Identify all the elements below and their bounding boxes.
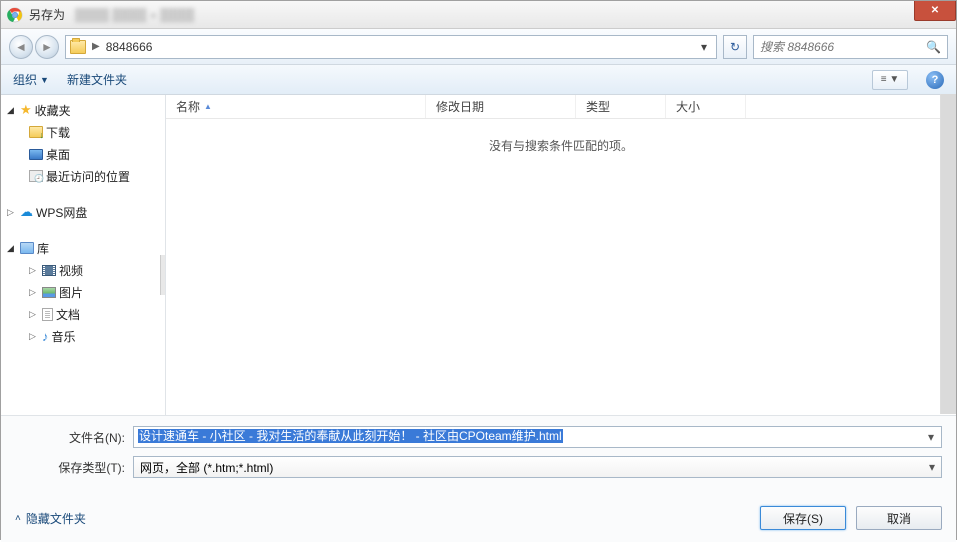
sidebar-label: 下载 xyxy=(46,124,70,141)
bottom-panel: 文件名(N): 设计速通车 - 小社区 - 我对生活的奉献从此刻开始！ - 社区… xyxy=(1,415,956,542)
hide-folders-toggle[interactable]: ˄ 隐藏文件夹 xyxy=(15,510,86,527)
sidebar-label: 音乐 xyxy=(52,328,76,345)
path-text: 8848666 xyxy=(106,40,153,54)
sidebar: ◢ ★ 收藏夹 下载 桌面 最近访问的位置 ▷ ☁ WPS网盘 ◢ 库 xyxy=(1,95,166,415)
scrollbar[interactable] xyxy=(940,94,956,414)
chrome-icon xyxy=(7,7,23,23)
blurred-tabs: ████ ████ ● ████ xyxy=(75,8,194,22)
sort-asc-icon: ▲ xyxy=(204,102,212,111)
column-name[interactable]: 名称▲ xyxy=(166,95,426,118)
body: ◢ ★ 收藏夹 下载 桌面 最近访问的位置 ▷ ☁ WPS网盘 ◢ 库 xyxy=(1,95,956,415)
sidebar-label: 文档 xyxy=(56,306,80,323)
sidebar-label: 收藏夹 xyxy=(35,102,71,119)
library-icon xyxy=(20,242,34,254)
empty-message: 没有与搜索条件匹配的项。 xyxy=(166,137,956,154)
close-button[interactable] xyxy=(914,1,956,21)
address-bar[interactable]: ▶ 8848666 ▾ xyxy=(65,35,717,59)
filetype-value: 网页，全部 (*.htm;*.html) xyxy=(140,459,273,476)
downloads-icon xyxy=(29,126,43,138)
sidebar-label: 桌面 xyxy=(46,146,70,163)
refresh-button[interactable]: ↻ xyxy=(723,35,747,59)
cancel-button[interactable]: 取消 xyxy=(856,506,942,530)
sidebar-item-wps[interactable]: ▷ ☁ WPS网盘 xyxy=(1,201,165,223)
cloud-icon: ☁ xyxy=(20,204,33,220)
sidebar-splitter[interactable] xyxy=(160,255,165,295)
sidebar-label: 最近访问的位置 xyxy=(46,168,130,185)
filename-input[interactable]: 设计速通车 - 小社区 - 我对生活的奉献从此刻开始！ - 社区由CPOteam… xyxy=(133,426,942,448)
video-icon xyxy=(42,265,56,276)
sidebar-item-downloads[interactable]: 下载 xyxy=(1,121,165,143)
sidebar-label: WPS网盘 xyxy=(36,204,87,221)
path-dropdown-icon[interactable]: ▾ xyxy=(696,40,712,54)
sidebar-item-documents[interactable]: ▷ 文档 xyxy=(1,303,165,325)
picture-icon xyxy=(42,287,56,298)
expand-icon[interactable]: ▷ xyxy=(29,309,39,320)
sidebar-item-music[interactable]: ▷ ♪ 音乐 xyxy=(1,325,165,347)
desktop-icon xyxy=(29,149,43,160)
back-button[interactable]: ◄ xyxy=(9,35,33,59)
expand-icon[interactable]: ▷ xyxy=(29,331,39,342)
expand-icon[interactable]: ◢ xyxy=(7,105,17,116)
document-icon xyxy=(42,308,53,321)
sidebar-item-videos[interactable]: ▷ 视频 xyxy=(1,259,165,281)
toolbar: 组织▼ 新建文件夹 ≡ ▼ ? xyxy=(1,65,956,95)
search-input[interactable] xyxy=(760,40,926,54)
sidebar-label: 视频 xyxy=(59,262,83,279)
sidebar-item-desktop[interactable]: 桌面 xyxy=(1,143,165,165)
sidebar-item-recent[interactable]: 最近访问的位置 xyxy=(1,165,165,187)
filetype-combo[interactable]: 网页，全部 (*.htm;*.html) xyxy=(133,456,942,478)
chevron-up-icon: ˄ xyxy=(15,513,21,524)
expand-icon[interactable]: ▷ xyxy=(29,287,39,298)
expand-icon[interactable]: ▷ xyxy=(7,207,17,218)
search-box[interactable]: 🔍 xyxy=(753,35,948,59)
window-title: 另存为 xyxy=(29,6,65,23)
expand-icon[interactable]: ◢ xyxy=(7,243,17,254)
recent-icon xyxy=(29,170,43,182)
sidebar-label: 图片 xyxy=(59,284,83,301)
column-type[interactable]: 类型 xyxy=(576,95,666,118)
organize-menu[interactable]: 组织▼ xyxy=(13,71,49,88)
sidebar-item-pictures[interactable]: ▷ 图片 xyxy=(1,281,165,303)
new-folder-button[interactable]: 新建文件夹 xyxy=(67,71,127,88)
path-separator-icon: ▶ xyxy=(92,41,100,52)
help-button[interactable]: ? xyxy=(926,71,944,89)
sidebar-label: 库 xyxy=(37,240,49,257)
folder-icon xyxy=(70,40,86,54)
filename-value: 设计速通车 - 小社区 - 我对生活的奉献从此刻开始！ - 社区由CPOteam… xyxy=(138,429,563,443)
filename-label: 文件名(N): xyxy=(15,429,133,446)
search-icon[interactable]: 🔍 xyxy=(926,40,941,54)
titlebar: 另存为 ████ ████ ● ████ xyxy=(1,1,956,29)
column-headers: 名称▲ 修改日期 类型 大小 xyxy=(166,95,956,119)
star-icon: ★ xyxy=(20,102,32,118)
navbar: ◄ ► ▶ 8848666 ▾ ↻ 🔍 xyxy=(1,29,956,65)
column-date[interactable]: 修改日期 xyxy=(426,95,576,118)
forward-button[interactable]: ► xyxy=(35,35,59,59)
view-options-button[interactable]: ≡ ▼ xyxy=(872,70,908,90)
save-button[interactable]: 保存(S) xyxy=(760,506,846,530)
file-list: 名称▲ 修改日期 类型 大小 没有与搜索条件匹配的项。 xyxy=(166,95,956,415)
sidebar-item-favorites[interactable]: ◢ ★ 收藏夹 xyxy=(1,99,165,121)
sidebar-item-libraries[interactable]: ◢ 库 xyxy=(1,237,165,259)
expand-icon[interactable]: ▷ xyxy=(29,265,39,276)
filetype-label: 保存类型(T): xyxy=(15,459,133,476)
column-size[interactable]: 大小 xyxy=(666,95,746,118)
music-icon: ♪ xyxy=(42,329,49,344)
